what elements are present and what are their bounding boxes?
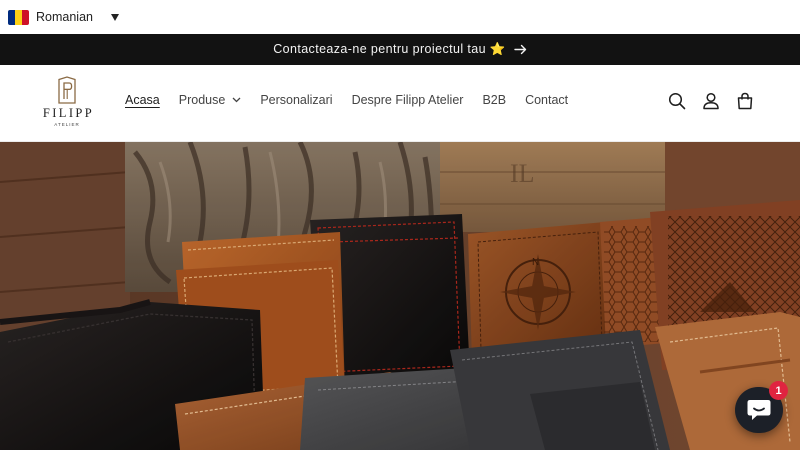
announcement-bar[interactable]: Contacteaza-ne pentru proiectul tau ⭐	[0, 34, 800, 65]
site-header: FILIPP ATELIER Acasa Produse Personaliza…	[0, 65, 800, 142]
chat-notification-badge: 1	[769, 381, 788, 400]
brand-subtitle: ATELIER	[54, 122, 80, 127]
nav-item-acasa[interactable]: Acasa	[125, 93, 160, 107]
brand-logo[interactable]: FILIPP ATELIER	[36, 76, 98, 132]
logo-emblem-icon	[58, 76, 76, 104]
announcement-text: Contacteaza-ne pentru proiectul tau ⭐	[273, 42, 506, 56]
romania-flag-icon	[8, 9, 29, 25]
chevron-down-icon	[232, 97, 241, 103]
nav-item-produse[interactable]: Produse	[179, 93, 242, 107]
nav-item-contact[interactable]: Contact	[525, 93, 568, 107]
brand-name: FILIPP	[42, 106, 95, 120]
nav-item-despre[interactable]: Despre Filipp Atelier	[352, 93, 464, 107]
hero-banner: IL N	[0, 142, 800, 450]
arrow-right-icon	[514, 44, 527, 55]
header-actions	[654, 90, 756, 112]
chat-bubble-icon	[747, 400, 771, 420]
nav-item-personalizari[interactable]: Personalizari	[260, 93, 332, 107]
chevron-down-icon	[110, 13, 119, 21]
nav-item-b2b[interactable]: B2B	[482, 93, 506, 107]
account-icon[interactable]	[700, 90, 722, 112]
search-icon[interactable]	[666, 90, 688, 112]
main-navigation: Acasa Produse Personalizari Despre Filip…	[125, 93, 587, 107]
hero-wallets-image: IL N	[0, 142, 800, 450]
language-label: Romanian	[36, 10, 93, 24]
language-selector[interactable]: Romanian	[8, 8, 119, 26]
cart-icon[interactable]	[734, 90, 756, 112]
language-bar: Romanian	[0, 0, 800, 34]
